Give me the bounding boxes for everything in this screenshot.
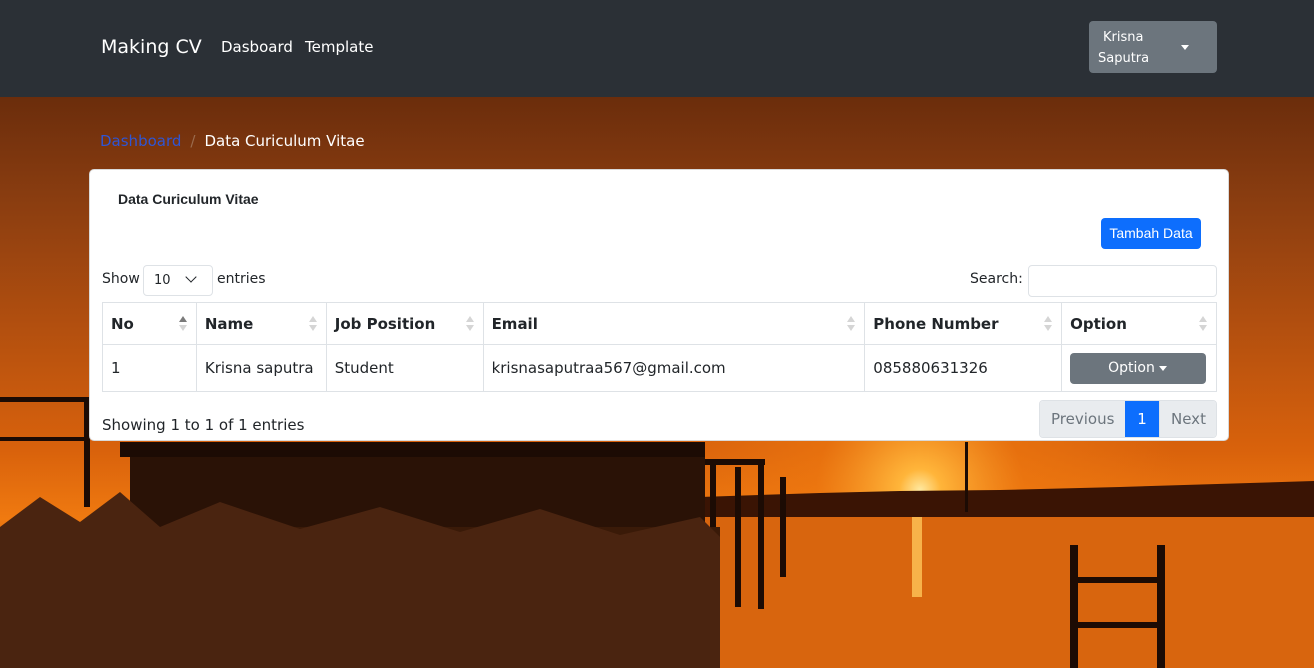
table-row: 1 Krisna saputra Student krisnasaputraa5… [102, 344, 1217, 392]
pagination: Previous 1 Next [1039, 400, 1217, 438]
pagination-next[interactable]: Next [1159, 401, 1216, 437]
cell-option: Option [1061, 344, 1217, 392]
nav-link-dashboard[interactable]: Dasboard [221, 38, 293, 56]
pagination-previous[interactable]: Previous [1040, 401, 1125, 437]
table-header-row: No Name Job Position Email Phone Number … [102, 302, 1217, 345]
cell-name: Krisna saputra [195, 344, 327, 392]
user-first-name: Krisna [1103, 30, 1144, 45]
column-header-no[interactable]: No [102, 302, 197, 345]
breadcrumb-dashboard-link[interactable]: Dashboard [100, 132, 181, 150]
chevron-down-icon [185, 271, 197, 283]
option-dropdown-button[interactable]: Option [1070, 353, 1207, 384]
caret-down-icon [1159, 366, 1168, 371]
breadcrumb-separator: / [190, 132, 196, 150]
cv-data-table: No Name Job Position Email Phone Number … [102, 302, 1217, 392]
column-header-name[interactable]: Name [195, 302, 327, 345]
breadcrumb-current: Data Curiculum Vitae [204, 132, 365, 150]
sort-icon [1199, 316, 1207, 332]
column-header-phone-number[interactable]: Phone Number [864, 302, 1063, 345]
column-header-email[interactable]: Email [482, 302, 866, 345]
pagination-page-1[interactable]: 1 [1125, 401, 1159, 437]
user-last-name: Saputra [1098, 51, 1150, 66]
cell-job-position: Student [325, 344, 484, 392]
cell-no: 1 [102, 344, 197, 392]
card-title: Data Curiculum Vitae [118, 191, 259, 207]
table-info: Showing 1 to 1 of 1 entries [102, 416, 305, 434]
option-button-label: Option [1108, 360, 1155, 376]
brand-link[interactable]: Making CV [101, 36, 202, 58]
sort-icon [847, 316, 856, 332]
data-card: Data Curiculum Vitae Tambah Data Show 10… [89, 169, 1229, 441]
sort-icon [465, 316, 474, 332]
sort-asc-icon [178, 316, 187, 332]
breadcrumb: Dashboard / Data Curiculum Vitae [100, 132, 365, 150]
nav-link-template[interactable]: Template [305, 38, 373, 56]
column-header-option[interactable]: Option [1061, 302, 1217, 345]
caret-down-icon [1181, 45, 1189, 50]
entries-length-select[interactable]: 10 [143, 265, 213, 296]
search-label: Search: [970, 271, 1023, 287]
entries-length-value: 10 [154, 273, 171, 288]
cell-phone-number: 085880631326 [864, 344, 1063, 392]
cell-email: krisnasaputraa567@gmail.com [482, 344, 866, 392]
entries-label: entries [217, 271, 266, 287]
user-menu-button[interactable]: Krisna Saputra [1089, 21, 1217, 73]
top-navbar: Making CV Dasboard Template Krisna Saput… [0, 0, 1314, 97]
sort-icon [1044, 316, 1053, 332]
sort-icon [308, 316, 317, 332]
add-data-button[interactable]: Tambah Data [1101, 218, 1201, 249]
search-input[interactable] [1028, 265, 1217, 297]
column-header-job-position[interactable]: Job Position [325, 302, 484, 345]
show-label: Show [102, 271, 140, 287]
